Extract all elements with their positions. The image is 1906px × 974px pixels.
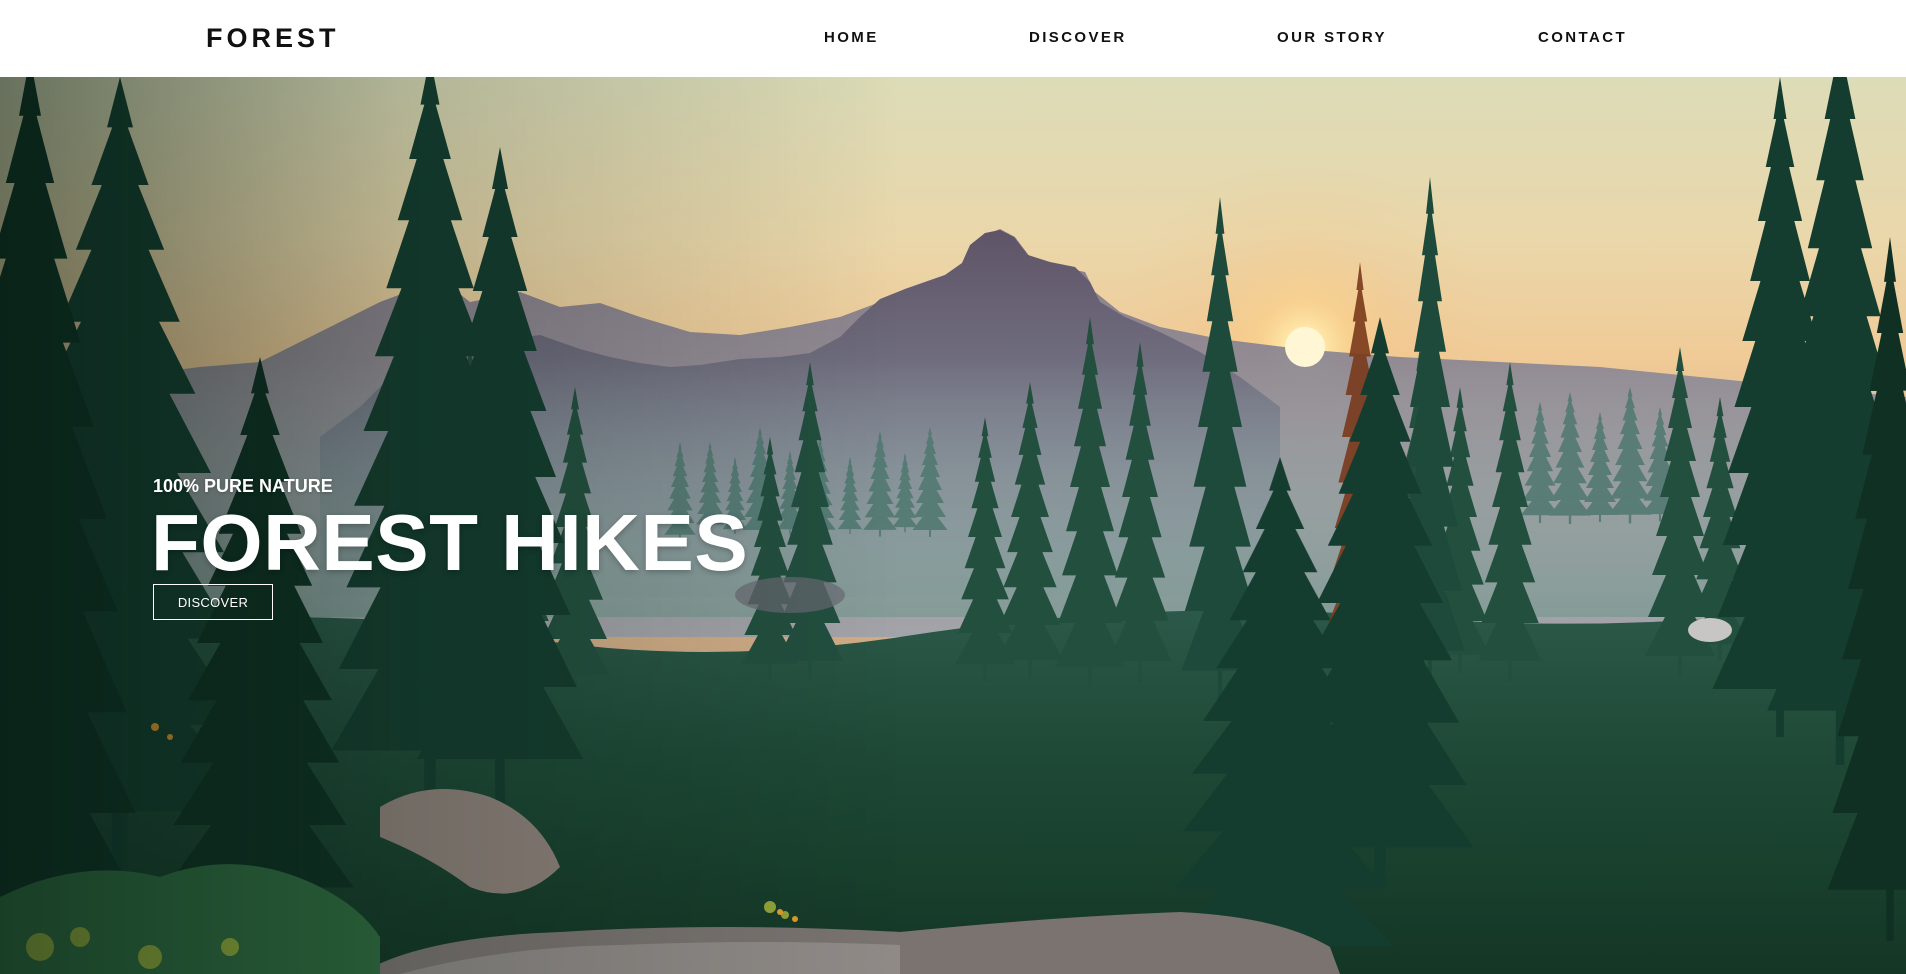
nav-contact-link[interactable]: CONTACT: [1538, 30, 1627, 46]
hero-subtitle: 100% PURE NATURE: [153, 476, 333, 496]
site-header: FOREST HOME DISCOVER OUR STORY CONTACT: [0, 0, 1906, 77]
nav-our-story-link[interactable]: OUR STORY: [1277, 30, 1387, 46]
nav-home-link[interactable]: HOME: [824, 30, 879, 46]
hero-section: 100% PURE NATURE FOREST HIKES DISCOVER: [0, 77, 1906, 974]
discover-button[interactable]: DISCOVER: [153, 584, 273, 620]
nav-discover-link[interactable]: DISCOVER: [1029, 30, 1127, 46]
hero-title: FOREST HIKES: [151, 498, 749, 587]
site-logo[interactable]: FOREST: [206, 23, 340, 53]
